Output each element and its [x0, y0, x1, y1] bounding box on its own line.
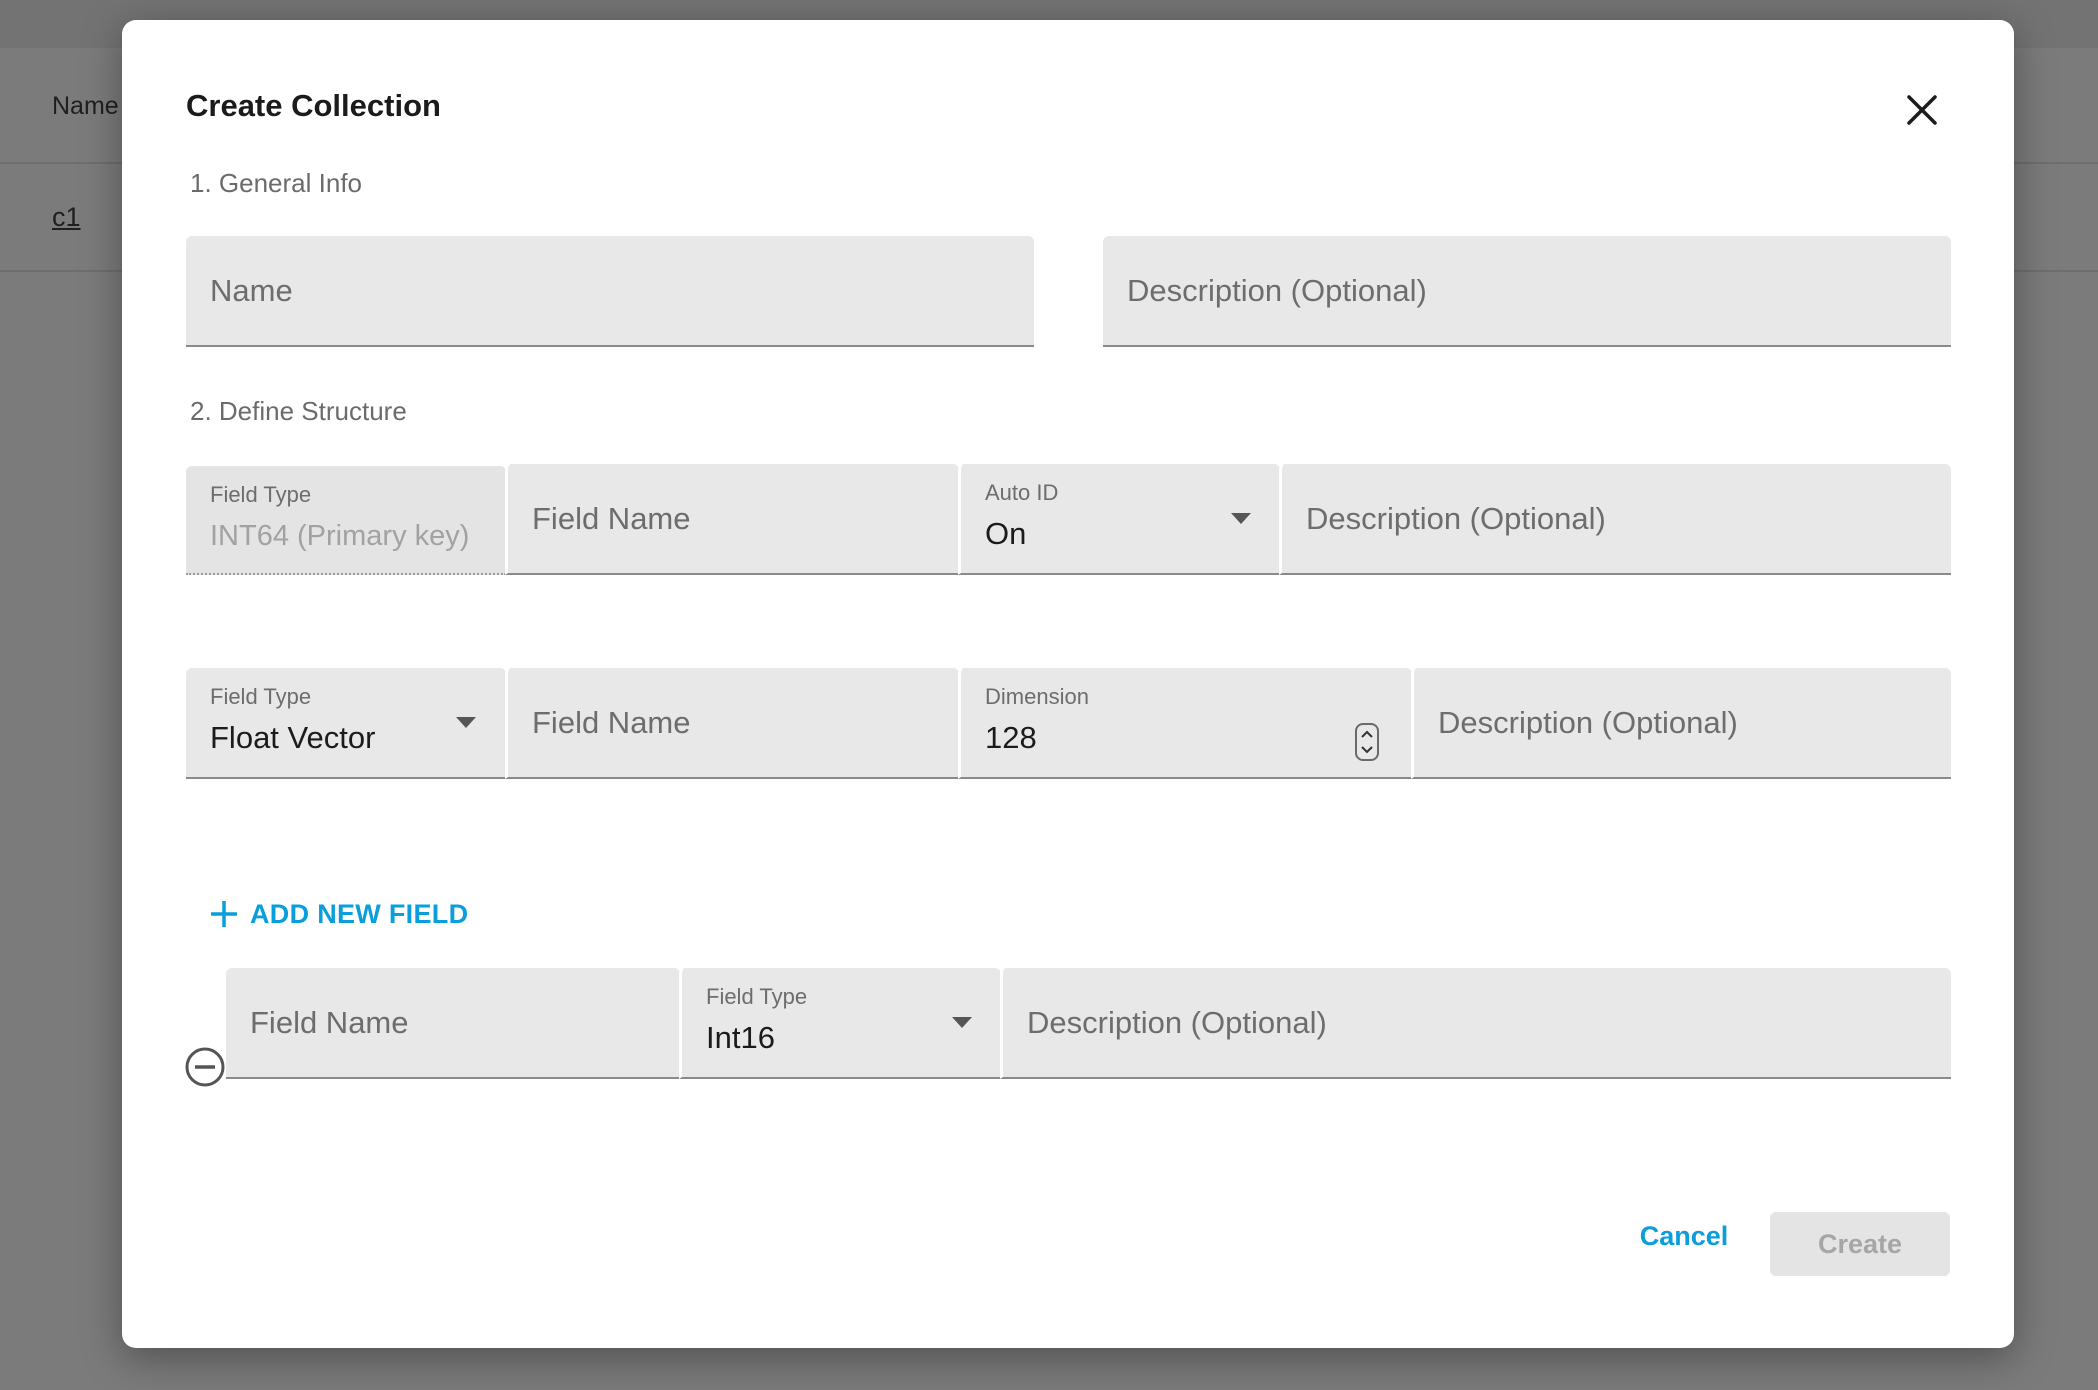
dimension-input[interactable]: Dimension 128	[958, 668, 1412, 779]
create-button[interactable]: Create	[1770, 1212, 1950, 1276]
vector-field-description-input[interactable]: Description (Optional)	[1411, 668, 1951, 779]
collection-name-placeholder: Name	[210, 272, 293, 308]
extra-field-type-label: Field Type	[706, 984, 808, 1009]
chevron-down-icon	[952, 1016, 972, 1028]
minus-circle-icon	[185, 1047, 225, 1087]
primary-field-type-label: Field Type	[210, 482, 312, 507]
add-new-field-button[interactable]: ADD NEW FIELD	[208, 892, 468, 936]
primary-field-description-placeholder: Description (Optional)	[1306, 500, 1606, 536]
chevron-down-icon	[456, 716, 476, 728]
table-header-name: Name	[52, 92, 119, 120]
dimension-label: Dimension	[985, 684, 1089, 709]
vector-field-name-input[interactable]: Field Name	[505, 668, 959, 779]
vector-field-name-placeholder: Field Name	[532, 704, 691, 740]
close-icon	[1907, 95, 1937, 125]
collection-link[interactable]: c1	[52, 202, 81, 233]
chevron-up-icon[interactable]	[1359, 728, 1375, 740]
section-define-structure: 2. Define Structure	[190, 396, 407, 426]
number-stepper[interactable]	[1355, 723, 1379, 761]
primary-field-name-input[interactable]: Field Name	[505, 464, 959, 575]
collection-description-placeholder: Description (Optional)	[1127, 272, 1427, 308]
primary-field-type-select: Field Type INT64 (Primary key)	[186, 466, 506, 575]
chevron-down-icon	[1231, 512, 1251, 524]
section-general-info: 1. General Info	[190, 168, 362, 198]
chevron-down-icon[interactable]	[1359, 744, 1375, 756]
primary-field-type-value: INT64 (Primary key)	[210, 520, 470, 552]
extra-field-description-placeholder: Description (Optional)	[1027, 1004, 1327, 1040]
extra-field-description-input[interactable]: Description (Optional)	[1000, 968, 1951, 1079]
vector-field-description-placeholder: Description (Optional)	[1438, 704, 1738, 740]
vector-field-type-value: Float Vector	[210, 720, 376, 755]
extra-field-type-select[interactable]: Field Type Int16	[679, 968, 1001, 1079]
auto-id-label: Auto ID	[985, 480, 1059, 505]
auto-id-select[interactable]: Auto ID On	[958, 464, 1280, 575]
cancel-button[interactable]: Cancel	[1630, 1212, 1738, 1260]
primary-field-description-input[interactable]: Description (Optional)	[1279, 464, 1951, 575]
extra-field-name-placeholder: Field Name	[250, 1004, 409, 1040]
create-collection-dialog: Create Collection 1. General Info Name D…	[122, 20, 2014, 1348]
extra-field-type-value: Int16	[706, 1020, 775, 1055]
primary-field-name-placeholder: Field Name	[532, 500, 691, 536]
remove-field-button[interactable]	[184, 1046, 226, 1088]
close-button[interactable]	[1900, 88, 1944, 132]
extra-field-name-input[interactable]: Field Name	[226, 968, 680, 1079]
auto-id-value: On	[985, 516, 1027, 551]
collection-name-input[interactable]: Name	[186, 236, 1034, 347]
vector-field-type-select[interactable]: Field Type Float Vector	[186, 668, 506, 779]
collection-description-input[interactable]: Description (Optional)	[1103, 236, 1951, 347]
vector-field-type-label: Field Type	[210, 684, 312, 709]
add-new-field-label: ADD NEW FIELD	[250, 898, 469, 929]
plus-icon	[211, 901, 237, 927]
dialog-title: Create Collection	[186, 88, 441, 123]
dimension-value: 128	[985, 720, 1037, 755]
